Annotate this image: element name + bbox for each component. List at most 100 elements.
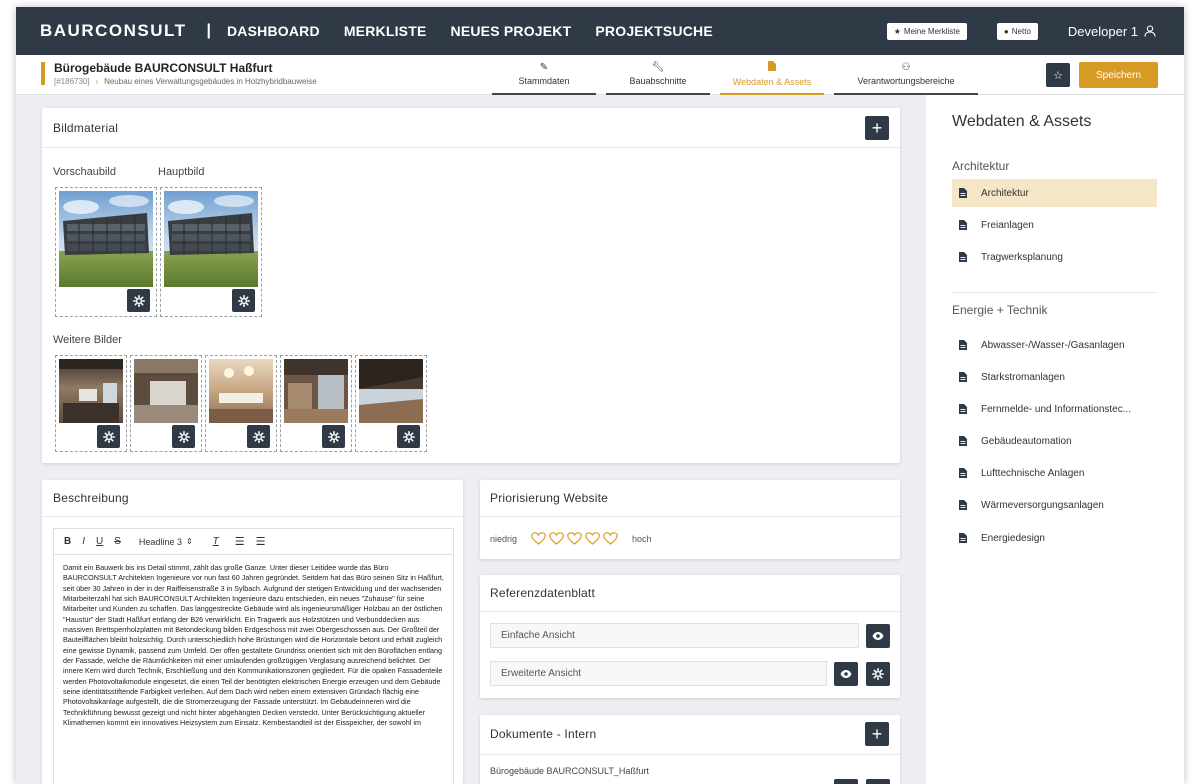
sidebar-item[interactable]: Lufttechnische Anlagen <box>952 459 1157 487</box>
erweiterte-ansicht-settings-button[interactable] <box>866 662 890 686</box>
vorschaubild-settings-button[interactable] <box>127 289 150 312</box>
prio-hearts <box>531 532 618 545</box>
weitere-bild-slot[interactable] <box>130 355 202 452</box>
project-title: Bürogebäude BAURCONSULT Haßfurt <box>54 61 273 75</box>
heart-icon[interactable] <box>567 532 582 545</box>
hauptbild-slot[interactable] <box>160 187 262 317</box>
weitere-bild-slot[interactable] <box>205 355 277 452</box>
user-menu[interactable]: Developer 1 <box>1068 24 1156 39</box>
document-icon <box>959 500 967 510</box>
editor-content[interactable]: Damit ein Bauwerk bis ins Detail stimmt,… <box>54 555 453 784</box>
heading-select[interactable]: Headline 3 <box>139 537 182 547</box>
meine-merkliste-label: Meine Merkliste <box>903 26 960 36</box>
dokumente-title: Dokumente - Intern <box>490 727 597 741</box>
erweiterte-ansicht-view-button[interactable] <box>834 662 858 686</box>
clear-format-icon[interactable]: T <box>213 536 219 547</box>
italic-button[interactable]: I <box>82 536 85 547</box>
sidebar-item-label: Tragwerksplanung <box>981 251 1063 263</box>
users-icon: ⚇ <box>901 62 911 73</box>
sidebar-item-label: Lufttechnische Anlagen <box>981 467 1085 479</box>
prio-title: Priorisierung Website <box>490 491 609 505</box>
sidebar-item[interactable]: Architektur <box>952 179 1157 207</box>
tab-bauabschnitte-label: Bauabschnitte <box>629 76 687 86</box>
ordered-list-icon[interactable]: ☰ <box>235 535 245 548</box>
weitere-bild-settings-button[interactable] <box>322 425 345 448</box>
document-name: Bürogebäude BAURCONSULT_Haßfurt <box>490 766 649 776</box>
select-arrows-icon: ⇕ <box>185 537 193 546</box>
project-id: [#186730] <box>54 77 90 86</box>
sidebar-item[interactable]: Abwasser-/Wasser-/Gasanlagen <box>952 331 1157 359</box>
tab-bauabschnitte[interactable]: 🔧︎ Bauabschnitte <box>606 55 710 95</box>
card-divider <box>42 516 463 517</box>
heart-icon[interactable] <box>549 532 564 545</box>
weitere-bild-image <box>284 359 348 423</box>
sidebar-item-label: Freianlagen <box>981 219 1034 231</box>
nav-neues-projekt[interactable]: NEUES PROJEKT <box>451 23 572 39</box>
gear-icon <box>328 431 340 443</box>
sidebar-item[interactable]: Wärmeversorgungsanlagen <box>952 491 1157 519</box>
prio-card: Priorisierung Website niedrig hoch <box>480 480 900 559</box>
einfache-ansicht-view-button[interactable] <box>866 624 890 648</box>
tab-verantwortungsbereiche[interactable]: ⚇ Verantwortungsbereiche <box>834 55 978 95</box>
vorschaubild-slot[interactable] <box>55 187 157 317</box>
strike-button[interactable]: S <box>114 536 121 547</box>
weitere-bild-settings-button[interactable] <box>172 425 195 448</box>
document-icon <box>959 436 967 446</box>
user-name: Developer 1 <box>1067 23 1138 39</box>
card-divider <box>480 516 900 517</box>
beschreibung-title: Beschreibung <box>53 491 129 505</box>
tab-webdaten-assets[interactable]: Webdaten & Assets <box>720 55 824 95</box>
weitere-bild-settings-button[interactable] <box>97 425 120 448</box>
project-accent-bar <box>41 62 45 85</box>
favorite-button[interactable]: ☆ <box>1046 63 1070 87</box>
weitere-bild-image <box>59 359 123 423</box>
heart-icon[interactable] <box>531 532 546 545</box>
sidebar-item[interactable]: Fernmelde- und Informationstec... <box>952 395 1157 423</box>
sidebar-item[interactable]: Freianlagen <box>952 211 1157 239</box>
heart-icon[interactable] <box>603 532 618 545</box>
meine-merkliste-button[interactable]: ★ Meine Merkliste <box>886 22 967 40</box>
tab-stammdaten[interactable]: ✎ Stammdaten <box>492 55 596 95</box>
erweiterte-ansicht-field[interactable]: Erweiterte Ansicht <box>490 661 827 686</box>
gear-icon <box>403 431 415 443</box>
tab-webdaten-assets-label: Webdaten & Assets <box>732 77 812 87</box>
underline-button[interactable]: U <box>96 536 103 547</box>
weitere-bild-image <box>359 359 423 423</box>
sidebar-item[interactable]: Tragwerksplanung <box>952 243 1157 271</box>
add-image-button[interactable]: + <box>865 116 889 140</box>
tab-stammdaten-label: Stammdaten <box>518 76 570 86</box>
nav-merkliste[interactable]: MERKLISTE <box>344 23 427 39</box>
sidebar-item[interactable]: Energiedesign <box>952 524 1157 552</box>
document-settings-button[interactable] <box>866 779 890 784</box>
weitere-bild-settings-button[interactable] <box>397 425 420 448</box>
info-circle-icon: ● <box>1003 26 1009 36</box>
add-document-button[interactable]: + <box>865 722 889 746</box>
wrench-icon: 🔧︎ <box>651 62 665 73</box>
hauptbild-label: Hauptbild <box>158 166 205 178</box>
weitere-bild-slot[interactable] <box>355 355 427 452</box>
card-divider <box>42 147 900 148</box>
netto-button[interactable]: ● Netto <box>996 22 1038 40</box>
nav-projektsuche[interactable]: PROJEKTSUCHE <box>595 23 713 39</box>
einfache-ansicht-field[interactable]: Einfache Ansicht <box>490 623 859 648</box>
save-button[interactable]: Speichern <box>1079 62 1158 88</box>
heart-icon[interactable] <box>585 532 600 545</box>
weitere-bild-slot[interactable] <box>280 355 352 452</box>
hauptbild-image <box>164 191 258 287</box>
gear-icon <box>103 431 115 443</box>
sidebar-item[interactable]: Gebäudeautomation <box>952 427 1157 455</box>
card-divider <box>480 611 900 612</box>
document-view-button[interactable] <box>834 779 858 784</box>
sidebar-section-title: Energie + Technik <box>952 303 1048 317</box>
bold-button[interactable]: B <box>64 536 71 547</box>
description-editor[interactable]: B I U S Headline 3 ⇕ T ☰ ☰ Damit ein Bau… <box>53 528 454 784</box>
brand-logo[interactable]: BAURCONSULT <box>40 21 187 41</box>
hauptbild-settings-button[interactable] <box>232 289 255 312</box>
sidebar-item[interactable]: Starkstromanlagen <box>952 363 1157 391</box>
document-icon <box>959 252 967 262</box>
weitere-bild-settings-button[interactable] <box>247 425 270 448</box>
star-outline-icon: ☆ <box>1053 69 1063 82</box>
bullet-list-icon[interactable]: ☰ <box>256 535 266 548</box>
nav-dashboard[interactable]: DASHBOARD <box>227 23 320 39</box>
weitere-bild-slot[interactable] <box>55 355 127 452</box>
